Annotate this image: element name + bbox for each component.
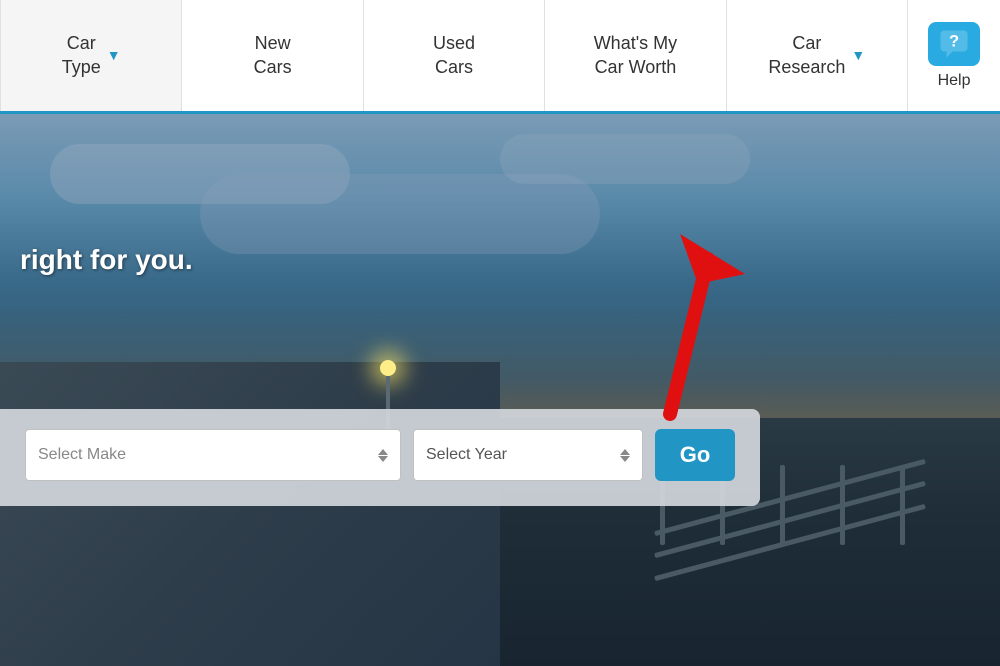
nav-help-button[interactable]: ? Help [908, 0, 1000, 111]
help-icon: ? [928, 22, 980, 66]
light-bulb [380, 360, 396, 376]
year-select-label: Select Year [426, 446, 612, 464]
nav-label-new-cars: NewCars [254, 32, 292, 79]
navigation-bar: CarType ▼ NewCars UsedCars What's MyCar … [0, 0, 1000, 114]
hero-section: right for you. Select Make Select Year [0, 114, 1000, 666]
year-stepper-down[interactable] [620, 456, 630, 462]
year-stepper [620, 449, 630, 462]
car-type-dropdown-arrow: ▼ [107, 46, 121, 64]
question-mark-icon: ? [939, 29, 969, 59]
building-structure [0, 362, 500, 666]
nav-item-new-cars[interactable]: NewCars [182, 0, 363, 111]
railing-v4 [840, 465, 845, 545]
cloud-3 [500, 134, 750, 184]
make-select-label: Select Make [38, 446, 370, 464]
make-select[interactable]: Select Make [25, 429, 401, 481]
svg-text:?: ? [949, 32, 959, 50]
nav-label-car-research: CarResearch [768, 32, 845, 79]
nav-label-car-type: CarType [62, 32, 101, 79]
cloud-2 [200, 174, 600, 254]
railing-v3 [780, 465, 785, 545]
nav-item-car-research[interactable]: CarResearch ▼ [727, 0, 908, 111]
nav-item-whats-my-car-worth[interactable]: What's MyCar Worth [545, 0, 726, 111]
make-stepper [378, 449, 388, 462]
nav-item-car-type[interactable]: CarType ▼ [0, 0, 182, 111]
nav-label-used-cars: UsedCars [433, 32, 475, 79]
hero-tagline: right for you. [20, 244, 193, 276]
help-label: Help [938, 72, 971, 90]
search-panel: Select Make Select Year Go [0, 409, 760, 506]
year-stepper-up[interactable] [620, 449, 630, 455]
nav-item-used-cars[interactable]: UsedCars [364, 0, 545, 111]
railing-v5 [900, 465, 905, 545]
year-select[interactable]: Select Year [413, 429, 643, 481]
nav-label-whats-my-car-worth: What's MyCar Worth [594, 32, 677, 79]
search-row: Select Make Select Year Go [25, 429, 735, 481]
make-stepper-down[interactable] [378, 456, 388, 462]
make-stepper-up[interactable] [378, 449, 388, 455]
car-research-dropdown-arrow: ▼ [851, 46, 865, 64]
go-button[interactable]: Go [655, 429, 735, 481]
